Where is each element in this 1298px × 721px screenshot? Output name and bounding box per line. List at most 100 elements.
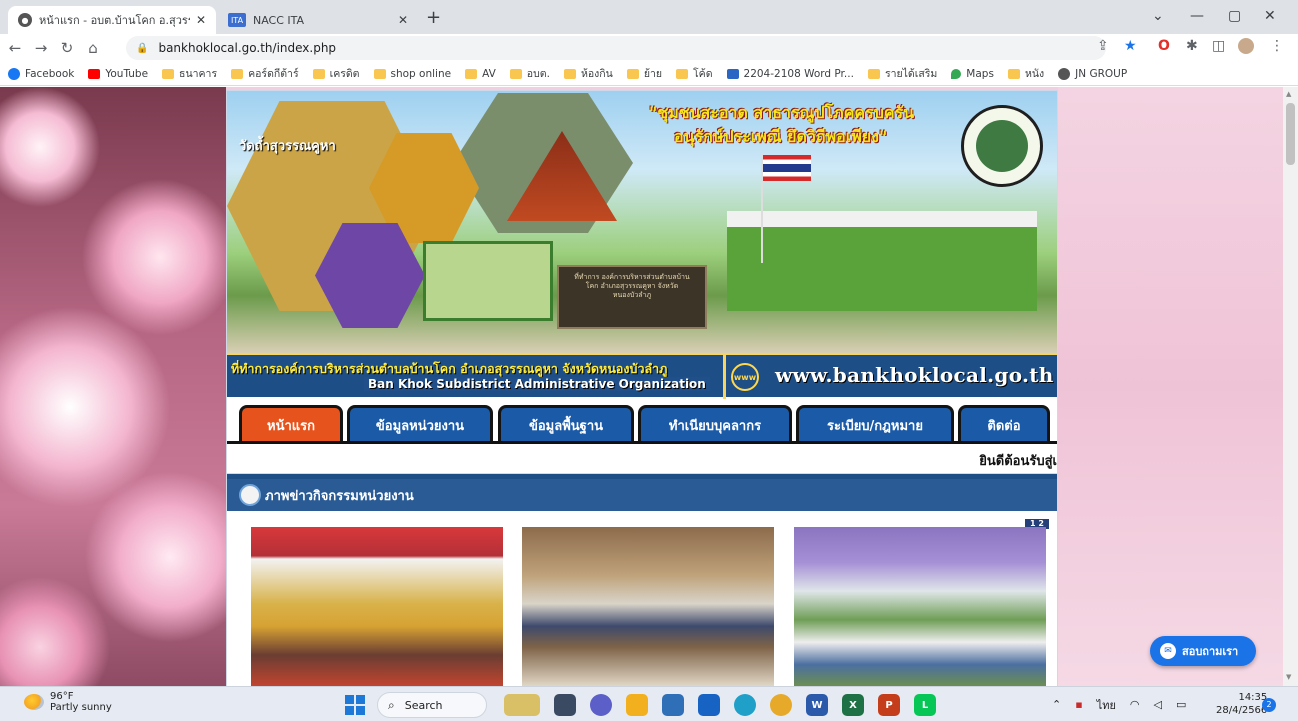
- weather-widget[interactable]: 96°F Partly sunny: [24, 691, 112, 713]
- globe-icon: [1058, 67, 1071, 80]
- bookmark-folder[interactable]: shop online: [373, 68, 451, 80]
- share-icon[interactable]: ⇪: [1097, 38, 1109, 54]
- bookmark-folder[interactable]: คอร์ดกีต้าร์: [231, 65, 299, 82]
- tab-title: NACC ITA: [253, 13, 305, 27]
- news-photo[interactable]: [522, 527, 774, 686]
- maps-pin-icon: [951, 68, 962, 79]
- mail-icon[interactable]: [698, 694, 720, 716]
- address-bar[interactable]: 🔒 bankhoklocal.go.th/index.php: [126, 36, 1106, 60]
- edge-icon[interactable]: [734, 694, 756, 716]
- battery-icon[interactable]: ▭: [1176, 698, 1186, 711]
- show-hidden-icons-icon[interactable]: ⌃: [1052, 698, 1061, 711]
- office-building-right: [727, 211, 1037, 311]
- weather-temp: 96°F: [50, 691, 74, 702]
- menu-contact[interactable]: ติดต่อ: [958, 405, 1050, 443]
- menu-home[interactable]: หน้าแรก: [239, 405, 343, 443]
- news-photo[interactable]: [794, 527, 1046, 686]
- youtube-icon: [88, 68, 101, 79]
- www-globe-icon: www: [731, 363, 759, 391]
- site-url: www.bankhoklocal.go.th: [775, 363, 1054, 387]
- minimize-icon[interactable]: —: [1190, 8, 1204, 24]
- app-tray-icon[interactable]: ▪: [1075, 698, 1082, 711]
- opera-icon[interactable]: O: [1158, 38, 1170, 54]
- system-tray: ⌃ ▪ ไทย ◠ ◁ ▭: [1052, 687, 1200, 721]
- office-sign: ที่ทำการ องค์การบริหารส่วนตำบลบ้านโคก อำ…: [557, 265, 707, 329]
- bookmark-folder[interactable]: เครดิต: [312, 65, 360, 82]
- language-indicator[interactable]: ไทย: [1097, 696, 1116, 714]
- bookmark-word[interactable]: 2204-2108 Word Pr...: [726, 68, 854, 80]
- task-view-icon[interactable]: [554, 694, 576, 716]
- bookmarks-bar: Facebook YouTube ธนาคาร คอร์ดกีต้าร์ เคร…: [0, 62, 1298, 86]
- back-icon[interactable]: ←: [4, 39, 26, 57]
- word-icon[interactable]: W: [806, 694, 828, 716]
- scrollbar-thumb[interactable]: [1286, 103, 1295, 165]
- bookmark-youtube[interactable]: YouTube: [88, 68, 148, 80]
- menu-regulations[interactable]: ระเบียบ/กฎหมาย: [796, 405, 954, 443]
- web-page: วัดถ้ำสุวรรณคูหา ที่ทำการ องค์การบริหารส…: [0, 87, 1283, 686]
- profile-avatar[interactable]: [1238, 38, 1254, 54]
- store-icon[interactable]: [662, 694, 684, 716]
- bookmark-folder[interactable]: AV: [465, 68, 496, 80]
- reload-icon[interactable]: ↻: [56, 39, 78, 57]
- chrome-icon[interactable]: [770, 694, 792, 716]
- volume-icon[interactable]: ◁: [1154, 698, 1162, 711]
- bookmark-folder[interactable]: ธนาคาร: [162, 65, 217, 82]
- maximize-icon[interactable]: ▢: [1228, 8, 1241, 24]
- close-window-icon[interactable]: ✕: [1264, 8, 1276, 24]
- bookmark-facebook[interactable]: Facebook: [8, 67, 74, 80]
- news-photo[interactable]: [251, 527, 503, 686]
- extensions-icon[interactable]: ✱: [1186, 38, 1198, 54]
- menu-agency-info[interactable]: ข้อมูลหน่วยงาน: [347, 405, 493, 443]
- bookmark-folder[interactable]: หนัง: [1007, 65, 1044, 82]
- browser-tabbar: ● หน้าแรก - อบต.บ้านโคก อ.สุวรรณคูหา ✕ I…: [0, 0, 1298, 34]
- tab-home[interactable]: ● หน้าแรก - อบต.บ้านโคก อ.สุวรรณคูหา ✕: [8, 6, 216, 34]
- tab-nacc-ita[interactable]: ITA NACC ITA ✕: [218, 6, 418, 34]
- bookmark-folder[interactable]: รายได้เสริม: [867, 65, 937, 82]
- bookmark-folder[interactable]: โค้ด: [676, 65, 713, 82]
- excel-icon[interactable]: X: [842, 694, 864, 716]
- windows-start-icon[interactable]: [345, 695, 365, 715]
- line-icon[interactable]: L: [914, 694, 936, 716]
- folder-icon: [162, 68, 175, 79]
- file-explorer-icon[interactable]: [626, 694, 648, 716]
- bookmark-folder[interactable]: ห้องกิน: [563, 65, 613, 82]
- slogan-line1: "ชุมชนสะอาด สาธารณูปโภคครบครัน: [649, 103, 915, 122]
- menu-dots-icon[interactable]: ⋮: [1270, 38, 1284, 54]
- bookmark-jn-group[interactable]: JN GROUP: [1058, 67, 1127, 80]
- messenger-chat-button[interactable]: ✉ สอบถามเรา: [1150, 636, 1256, 666]
- close-tab-icon[interactable]: ✕: [398, 13, 408, 27]
- widgets-icon[interactable]: [504, 694, 540, 716]
- menu-basic-info[interactable]: ข้อมูลพื้นฐาน: [498, 405, 634, 443]
- new-tab-button[interactable]: +: [426, 9, 441, 27]
- taskbar-search[interactable]: ⌕ Search: [377, 692, 487, 718]
- page-scrollbar[interactable]: ▲ ▼: [1283, 87, 1298, 686]
- clock[interactable]: 14:35 28/4/2566: [1216, 691, 1267, 717]
- marquee-text: ยินดีต้อนรับสู่เ: [979, 454, 1057, 469]
- facebook-icon: [8, 67, 20, 80]
- sidepanel-icon[interactable]: ◫: [1212, 38, 1225, 54]
- wifi-icon[interactable]: ◠: [1130, 698, 1140, 711]
- scroll-up-icon[interactable]: ▲: [1286, 90, 1291, 98]
- bookmark-folder[interactable]: ย้าย: [626, 65, 662, 82]
- word-doc-icon: [726, 68, 739, 79]
- search-label: Search: [404, 698, 443, 712]
- folder-icon: [373, 68, 386, 79]
- bookmark-maps[interactable]: Maps: [951, 68, 994, 80]
- home-icon[interactable]: ⌂: [82, 39, 104, 57]
- folder-icon: [509, 68, 522, 79]
- nacc-favicon-icon: ITA: [228, 13, 246, 27]
- powerpoint-icon[interactable]: P: [878, 694, 900, 716]
- close-tab-icon[interactable]: ✕: [196, 13, 206, 27]
- menu-personnel[interactable]: ทำเนียบบุคลากร: [638, 405, 792, 443]
- header-banner: วัดถ้ำสุวรรณคูหา ที่ทำการ องค์การบริหารส…: [227, 91, 1057, 353]
- forward-icon[interactable]: →: [30, 39, 52, 57]
- main-menu: หน้าแรก ข้อมูลหน่วยงาน ข้อมูลพื้นฐาน ทำเ…: [227, 399, 1057, 445]
- bookmark-folder[interactable]: อบต.: [509, 65, 550, 82]
- bookmark-star-icon[interactable]: ★: [1124, 38, 1137, 54]
- divider: [723, 355, 726, 399]
- tab-search-icon[interactable]: ⌄: [1152, 8, 1164, 24]
- notification-badge[interactable]: 2: [1262, 698, 1276, 712]
- scroll-down-icon[interactable]: ▼: [1286, 673, 1291, 681]
- slogan-line2: อนุรักษ์ประเพณี ยึดวิถีพอเพียง": [674, 127, 888, 146]
- teams-chat-icon[interactable]: [590, 694, 612, 716]
